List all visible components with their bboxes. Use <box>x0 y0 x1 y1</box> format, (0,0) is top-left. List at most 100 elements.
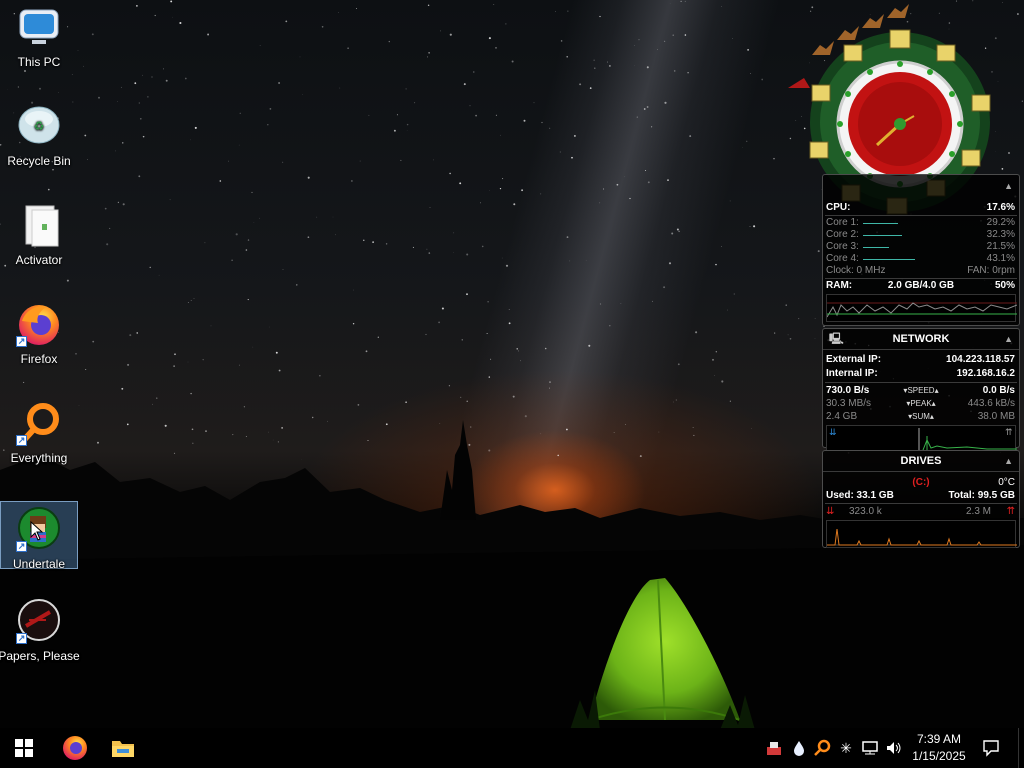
divider <box>825 278 1017 279</box>
core-row: Core 1: 29.2% <box>823 217 1019 229</box>
firefox-icon <box>63 736 87 760</box>
network-icon[interactable] <box>861 739 879 757</box>
speed-row: 730.0 B/s ▾SPEED▴ 0.0 B/s <box>823 384 1019 397</box>
sum-row: 2.4 GB ▾SUM▴ 38.0 MB <box>823 410 1019 423</box>
desktop-icon-label: Firefox <box>20 352 58 366</box>
network-panel-header: 🖳 NETWORK ▲ <box>823 329 1019 350</box>
magnifier-icon: ↗ <box>16 400 62 446</box>
core-load-bar <box>863 259 915 260</box>
external-ip-label: External IP: <box>826 354 882 365</box>
start-button[interactable] <box>0 728 48 768</box>
dropbox-icon[interactable] <box>790 739 808 757</box>
core-value: 32.3% <box>986 229 1015 240</box>
clock-date: 1/15/2025 <box>912 749 966 763</box>
collapse-caret-icon[interactable]: ▲ <box>1004 329 1013 349</box>
desktop-icon-label: Papers, Please <box>0 649 80 663</box>
taskbar-file-explorer-button[interactable] <box>100 728 146 768</box>
desktop-icon-activator[interactable]: Activator <box>0 198 78 267</box>
ram-value: 2.0 GB/4.0 GB <box>887 280 955 291</box>
papers-please-icon: ↗ <box>16 598 62 644</box>
ram-usage-graph <box>826 294 1018 322</box>
network-monitor-panel: 🖳 NETWORK ▲ External IP: 104.223.118.57 … <box>822 328 1020 451</box>
desktop-icon-this-pc[interactable]: This PC <box>0 0 78 69</box>
drive-letter: (C:) <box>912 477 930 488</box>
fan-speed: FAN: 0rpm <box>967 265 1015 276</box>
core-label: Core 2: <box>826 229 859 240</box>
core-value: 29.2% <box>986 217 1015 228</box>
monitor-icon <box>16 4 62 50</box>
drive-write-rate: 2.3 M <box>965 506 991 517</box>
external-ip-row: External IP: 104.223.118.57 <box>823 353 1019 367</box>
action-center-icon <box>983 740 999 757</box>
network-title: NETWORK <box>892 333 950 345</box>
core-load-bar <box>863 235 902 236</box>
core-row: Core 3: 21.5% <box>823 241 1019 253</box>
desktop-icon-label: Activator <box>15 253 63 267</box>
snowflake-icon[interactable]: ✳ <box>837 739 855 757</box>
desktop-icon-label: This PC <box>17 55 61 69</box>
recycle-bin-icon: ♻ <box>16 103 62 149</box>
desktop-icon-papers-please[interactable]: ↗ Papers, Please <box>0 594 80 663</box>
desktop-icon-label: Recycle Bin <box>7 154 71 168</box>
internal-ip-label: Internal IP: <box>826 368 878 379</box>
tent-illustration <box>570 578 755 728</box>
drive-activity-graph <box>826 520 1017 548</box>
write-arrow-icon: ⇈ <box>1006 506 1015 517</box>
taskbar-clock[interactable]: 7:39 AM 1/15/2025 <box>900 731 978 765</box>
divider <box>825 503 1017 504</box>
taskbar: ✳ 7:39 AM 1/15/2025 <box>0 728 1024 768</box>
core-value: 43.1% <box>986 253 1015 264</box>
svg-text:⇈: ⇈ <box>1005 428 1013 438</box>
read-arrow-icon: ⇊ <box>826 506 835 517</box>
mouse-cursor-icon <box>30 521 44 541</box>
divider <box>825 382 1017 383</box>
drives-panel-header: DRIVES ▲ <box>823 451 1019 472</box>
divider <box>825 215 1017 216</box>
core-load-bar <box>863 223 898 224</box>
collapse-caret-icon[interactable]: ▲ <box>1004 181 1013 191</box>
drive-used: Used: 33.1 GB <box>826 490 894 501</box>
collapse-caret-icon[interactable]: ▲ <box>1004 451 1013 471</box>
firefox-icon: ↗ <box>16 301 62 347</box>
drive-io-row: ⇊ 323.0 k 2.3 M ⇈ <box>823 505 1019 518</box>
cpu-total-row: CPU: 17.6% <box>823 202 1019 214</box>
drive-read-rate: 323.0 k <box>849 506 882 517</box>
ram-row: RAM: 2.0 GB/4.0 GB 50% <box>823 280 1019 292</box>
core-label: Core 1: <box>826 217 859 228</box>
taskbar-firefox-button[interactable] <box>52 728 98 768</box>
desktop-icon-everything[interactable]: ↗ Everything <box>0 396 78 465</box>
shortcut-arrow-icon: ↗ <box>16 336 27 347</box>
internal-ip-row: Internal IP: 192.168.16.2 <box>823 367 1019 381</box>
desktop-icon-recycle-bin[interactable]: ♻ Recycle Bin <box>0 99 78 168</box>
cpu-monitor-panel: ▲ CPU: 17.6% Core 1: 29.2% Core 2: 32.3%… <box>822 174 1020 326</box>
core-label: Core 4: <box>826 253 859 264</box>
external-ip-value: 104.223.118.57 <box>946 354 1015 365</box>
document-icon <box>16 202 62 248</box>
internal-ip-value: 192.168.16.2 <box>956 368 1015 379</box>
network-monitor-icon: 🖳 <box>829 333 844 345</box>
svg-text:⇊: ⇊ <box>829 428 837 438</box>
network-traffic-graph: ⇊ ⇈ <box>826 425 1017 451</box>
everything-search-icon[interactable] <box>813 739 831 757</box>
upload-sum: 38.0 MB <box>977 411 1015 422</box>
action-center-button[interactable] <box>976 728 1006 768</box>
core-row: Core 4: 43.1% <box>823 253 1019 265</box>
antivirus-icon[interactable] <box>765 739 783 757</box>
desktop-icon-firefox[interactable]: ↗ Firefox <box>0 297 78 366</box>
drive-usage-row: Used: 33.1 GB Total: 99.5 GB <box>823 489 1019 502</box>
svg-text:♻: ♻ <box>34 119 45 133</box>
shortcut-arrow-icon: ↗ <box>16 633 27 644</box>
drives-monitor-panel: DRIVES ▲ (C:) 0°C Used: 33.1 GB Total: 9… <box>822 450 1020 548</box>
drive-total: Total: 99.5 GB <box>948 490 1016 501</box>
core-value: 21.5% <box>986 241 1015 252</box>
clock-time: 7:39 AM <box>916 732 962 746</box>
file-explorer-icon <box>112 741 134 757</box>
show-desktop-button[interactable] <box>1018 728 1019 768</box>
drives-title: DRIVES <box>900 455 942 467</box>
cpu-panel-header: ▲ <box>823 175 1019 202</box>
core-load-bar <box>863 247 889 248</box>
core-label: Core 3: <box>826 241 859 252</box>
shortcut-arrow-icon: ↗ <box>16 435 27 446</box>
desktop-icon-label: Everything <box>10 451 68 465</box>
cpu-value: 17.6% <box>986 202 1015 213</box>
